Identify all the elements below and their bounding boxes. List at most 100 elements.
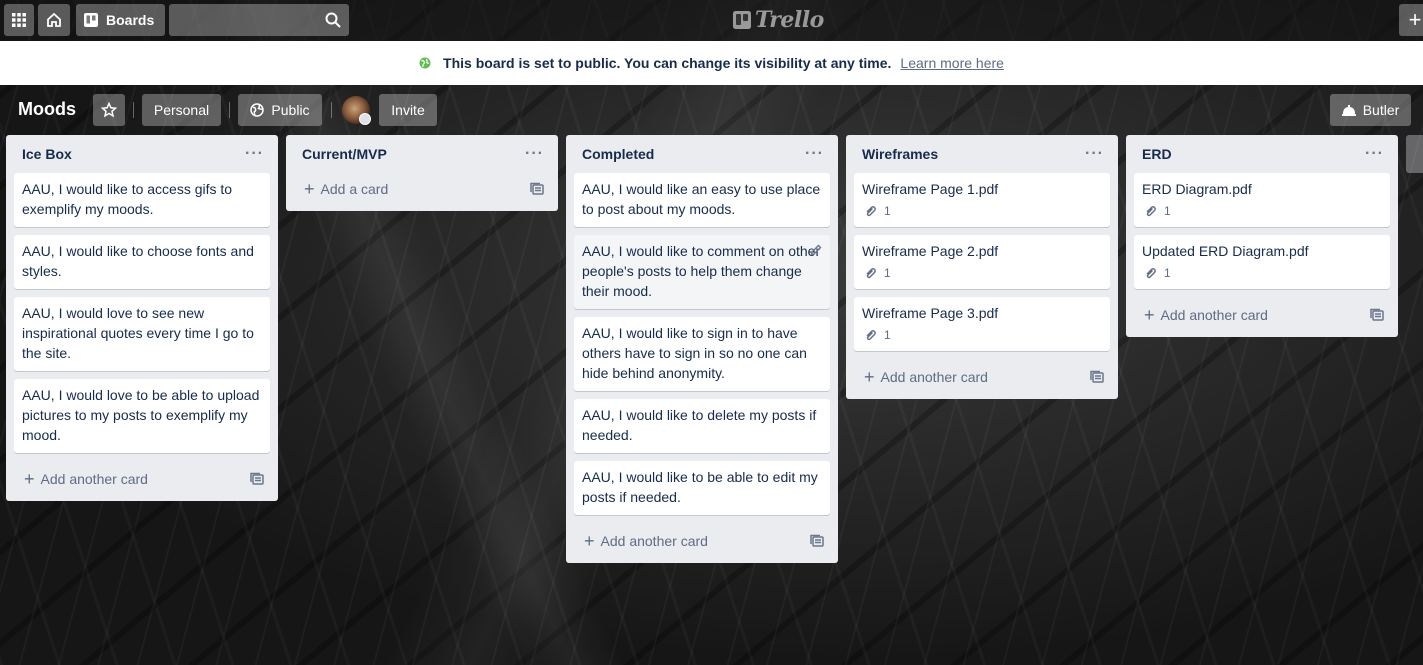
grid-icon — [12, 13, 26, 27]
globe-icon — [419, 57, 431, 69]
list-footer: + Add another card — [846, 359, 1118, 395]
list-card[interactable]: Wireframe Page 1.pdf 1 — [854, 173, 1110, 227]
search-icon[interactable] — [325, 12, 341, 28]
visibility-button[interactable]: Public — [238, 94, 322, 126]
add-card-label: Add another card — [40, 471, 148, 487]
list-title[interactable]: Completed — [582, 146, 654, 162]
list-menu-icon[interactable]: ··· — [245, 145, 264, 163]
list-card[interactable]: AAU, I would like to access gifs to exem… — [14, 173, 270, 227]
plus-icon: + — [1408, 7, 1422, 32]
attachment-badge: 1 — [862, 203, 1102, 219]
list-menu-icon[interactable]: ··· — [525, 145, 544, 163]
attachment-count: 1 — [1164, 266, 1171, 280]
card-title: AAU, I would like an easy to use place t… — [582, 181, 821, 217]
list-card[interactable]: AAU, I would like to comment on other pe… — [574, 235, 830, 309]
add-card-label: Add another card — [600, 533, 708, 549]
list-footer: + Add another card — [6, 461, 278, 497]
card-title: AAU, I would like to sign in to have oth… — [582, 325, 807, 381]
search-input[interactable] — [169, 4, 349, 36]
list-card[interactable]: AAU, I would love to see new inspiration… — [14, 297, 270, 371]
list-card[interactable]: Wireframe Page 2.pdf 1 — [854, 235, 1110, 289]
star-icon — [101, 102, 117, 118]
home-button[interactable] — [38, 4, 70, 36]
card-title: ERD Diagram.pdf — [1142, 181, 1252, 197]
personal-button[interactable]: Personal — [142, 94, 221, 126]
add-card-button[interactable]: + Add a card — [304, 180, 388, 198]
card-title: AAU, I would like to be able to edit my … — [582, 469, 818, 505]
list-card[interactable]: AAU, I would like to sign in to have oth… — [574, 317, 830, 391]
attachment-count: 1 — [884, 328, 891, 342]
list-current-mvp: Current/MVP ··· + Add a card — [286, 135, 558, 211]
list-title[interactable]: Wireframes — [862, 146, 938, 162]
invite-button[interactable]: Invite — [379, 94, 437, 126]
attachment-count: 1 — [884, 204, 891, 218]
butler-label: Butler — [1362, 102, 1400, 118]
card-title: Updated ERD Diagram.pdf — [1142, 243, 1309, 259]
list-wireframes: Wireframes ··· Wireframe Page 1.pdf 1 Wi… — [846, 135, 1118, 399]
add-card-button[interactable]: + Add another card — [1144, 306, 1268, 324]
list-card[interactable]: ERD Diagram.pdf 1 — [1134, 173, 1390, 227]
header-divider — [331, 102, 332, 118]
pencil-icon[interactable] — [810, 244, 822, 256]
add-card-button[interactable]: + Add another card — [584, 532, 708, 550]
list-footer: + Add another card — [566, 523, 838, 559]
list-header: ERD ··· — [1126, 135, 1398, 173]
personal-label: Personal — [153, 102, 210, 118]
plus-icon: + — [864, 367, 875, 387]
paperclip-icon — [1146, 268, 1156, 279]
template-icon[interactable] — [1090, 370, 1104, 384]
list-title[interactable]: Ice Box — [22, 146, 72, 162]
card-title: AAU, I would like to comment on other pe… — [582, 243, 821, 299]
header-divider — [229, 102, 230, 118]
card-title: AAU, I would love to be able to upload p… — [22, 387, 260, 443]
list-footer: + Add a card — [286, 171, 558, 207]
paperclip-icon — [866, 268, 876, 279]
list-card[interactable]: AAU, I would like to delete my posts if … — [574, 399, 830, 453]
list-card[interactable]: AAU, I would love to be able to upload p… — [14, 379, 270, 453]
star-button[interactable] — [93, 94, 125, 126]
learn-more-link[interactable]: Learn more here — [900, 55, 1004, 71]
list-card[interactable]: Updated ERD Diagram.pdf 1 — [1134, 235, 1390, 289]
add-card-label: Add another card — [880, 369, 988, 385]
board-header: Moods Personal Public Invite Butler — [0, 85, 1423, 135]
logo-text: Trello — [755, 7, 824, 33]
butler-button[interactable]: Butler — [1330, 94, 1411, 126]
add-card-button[interactable]: + Add another card — [24, 469, 148, 489]
boards-label: Boards — [106, 12, 155, 28]
card-title: AAU, I would like to choose fonts and st… — [22, 243, 254, 279]
list-title[interactable]: ERD — [1142, 146, 1172, 162]
list-card[interactable]: AAU, I would like to choose fonts and st… — [14, 235, 270, 289]
list-menu-icon[interactable]: ··· — [1365, 145, 1384, 163]
board-title[interactable]: Moods — [18, 99, 76, 120]
attachment-badge: 1 — [1142, 265, 1382, 281]
public-label: Public — [271, 102, 310, 118]
plus-icon: + — [24, 469, 35, 489]
boards-button[interactable]: Boards — [76, 4, 165, 36]
list-card[interactable]: Wireframe Page 3.pdf 1 — [854, 297, 1110, 351]
attachment-badge: 1 — [862, 327, 1102, 343]
list-completed: Completed ··· AAU, I would like an easy … — [566, 135, 838, 563]
list-menu-icon[interactable]: ··· — [1085, 145, 1104, 163]
card-title: AAU, I would love to see new inspiration… — [22, 305, 254, 361]
paperclip-icon — [1146, 206, 1156, 217]
add-card-button[interactable]: + Add another card — [864, 367, 988, 387]
list-title[interactable]: Current/MVP — [302, 146, 387, 162]
butler-bell-icon — [1341, 105, 1356, 116]
template-icon[interactable] — [810, 534, 824, 548]
list-card[interactable]: AAU, I would like an easy to use place t… — [574, 173, 830, 227]
home-icon — [47, 12, 61, 27]
template-icon[interactable] — [530, 182, 544, 196]
list-card[interactable]: AAU, I would like to be able to edit my … — [574, 461, 830, 515]
banner-text: This board is set to public. You can cha… — [443, 55, 892, 71]
card-title: Wireframe Page 2.pdf — [862, 243, 999, 259]
template-icon[interactable] — [250, 472, 264, 486]
apps-button[interactable] — [4, 4, 34, 36]
add-list-stub[interactable] — [1406, 135, 1423, 173]
trello-logo[interactable]: Trello — [733, 7, 824, 33]
list-header: Completed ··· — [566, 135, 838, 173]
search-field[interactable] — [169, 4, 349, 36]
template-icon[interactable] — [1370, 308, 1384, 322]
list-menu-icon[interactable]: ··· — [805, 145, 824, 163]
create-button[interactable]: + — [1399, 4, 1423, 36]
card-title: AAU, I would like to delete my posts if … — [582, 407, 817, 443]
